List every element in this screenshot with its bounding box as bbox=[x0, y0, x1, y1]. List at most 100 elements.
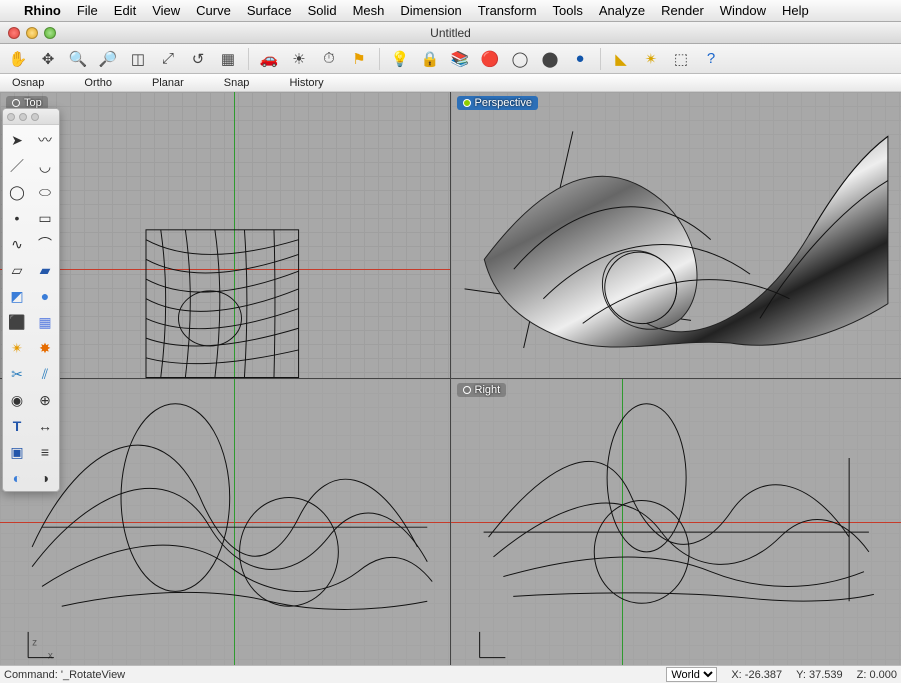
ortho-toggle[interactable]: Ortho bbox=[84, 77, 112, 89]
viewport-perspective[interactable]: Perspective bbox=[451, 92, 901, 379]
viewport-area: Top Perspective bbox=[0, 92, 901, 665]
window-title: Untitled bbox=[430, 26, 471, 40]
tool-booleans[interactable]: ◉ bbox=[3, 387, 31, 413]
grid-icon[interactable]: ▦ bbox=[216, 47, 240, 71]
menu-mesh[interactable]: Mesh bbox=[353, 3, 385, 18]
rotate-view-icon[interactable]: ✥ bbox=[36, 47, 60, 71]
separator bbox=[248, 48, 249, 70]
menu-tools[interactable]: Tools bbox=[553, 3, 583, 18]
menu-curve[interactable]: Curve bbox=[196, 3, 231, 18]
svg-text:x: x bbox=[48, 650, 53, 661]
sun-icon[interactable]: ☀ bbox=[287, 47, 311, 71]
viewport-right[interactable]: Right bbox=[451, 379, 901, 666]
snap-toggle[interactable]: Snap bbox=[224, 77, 250, 89]
tool-sphere[interactable]: ● bbox=[31, 283, 59, 309]
tool-split[interactable]: ⫽ bbox=[31, 361, 59, 387]
tool-surface-loft[interactable]: ▰ bbox=[31, 257, 59, 283]
svg-text:z: z bbox=[32, 637, 37, 648]
tool-fillet[interactable]: ⌒ bbox=[31, 231, 59, 257]
planar-toggle[interactable]: Planar bbox=[152, 77, 184, 89]
zoom-out-icon[interactable]: 🔎 bbox=[96, 47, 120, 71]
minimize-button[interactable] bbox=[26, 27, 38, 39]
arrow-icon[interactable]: ◣ bbox=[609, 47, 633, 71]
tool-plugin[interactable]: ✴ bbox=[3, 335, 31, 361]
menu-dimension[interactable]: Dimension bbox=[400, 3, 461, 18]
viewport-top[interactable]: Top bbox=[0, 92, 451, 379]
tool-align[interactable]: ≡ bbox=[31, 439, 59, 465]
viewport-front[interactable]: z x bbox=[0, 379, 451, 666]
traffic-lights bbox=[8, 27, 56, 39]
undo-view-icon[interactable]: ↺ bbox=[186, 47, 210, 71]
tool-material[interactable]: ◑ bbox=[31, 465, 59, 491]
tool-cylinder[interactable]: ⬛ bbox=[3, 309, 31, 335]
palette-titlebar[interactable] bbox=[3, 109, 59, 125]
menu-window[interactable]: Window bbox=[720, 3, 766, 18]
zoom-extents-icon[interactable]: ⤢ bbox=[156, 47, 180, 71]
coord-y: 37.539 bbox=[809, 669, 843, 681]
tool-arc[interactable]: ◡ bbox=[31, 153, 59, 179]
command-prompt[interactable]: Command: '_RotateView bbox=[4, 669, 125, 681]
layers-icon[interactable]: 📚 bbox=[448, 47, 472, 71]
model-perspective bbox=[451, 92, 901, 378]
tool-render-mesh[interactable]: ◐ bbox=[3, 465, 31, 491]
sphere-wire-icon[interactable]: ◯ bbox=[508, 47, 532, 71]
car-icon[interactable]: 🚗 bbox=[257, 47, 281, 71]
viewport-menu-icon[interactable] bbox=[463, 386, 471, 394]
zoom-in-icon[interactable]: 🔍 bbox=[66, 47, 90, 71]
tool-surface-pt[interactable]: ▱ bbox=[3, 257, 31, 283]
tool-group[interactable]: ⊕ bbox=[31, 387, 59, 413]
menu-view[interactable]: View bbox=[152, 3, 180, 18]
zoom-window-icon[interactable]: ◫ bbox=[126, 47, 150, 71]
tool-array[interactable]: ▣ bbox=[3, 439, 31, 465]
help-icon[interactable]: ? bbox=[699, 47, 723, 71]
tool-curve[interactable]: ∿ bbox=[3, 231, 31, 257]
lock-icon[interactable]: 🔒 bbox=[418, 47, 442, 71]
menu-edit[interactable]: Edit bbox=[114, 3, 136, 18]
menu-render[interactable]: Render bbox=[661, 3, 704, 18]
tool-box[interactable]: ◩ bbox=[3, 283, 31, 309]
plugin-icon[interactable]: ✴ bbox=[639, 47, 663, 71]
menu-surface[interactable]: Surface bbox=[247, 3, 292, 18]
tool-ellipse[interactable]: ⬭ bbox=[31, 179, 59, 205]
tool-explode[interactable]: ✸ bbox=[31, 335, 59, 361]
cplane-select[interactable]: World bbox=[666, 667, 717, 682]
pan-icon[interactable]: ✋ bbox=[6, 47, 30, 71]
menu-file[interactable]: File bbox=[77, 3, 98, 18]
tool-dim[interactable]: ↔ bbox=[31, 413, 59, 439]
menu-help[interactable]: Help bbox=[782, 3, 809, 18]
viewport-menu-icon[interactable] bbox=[463, 99, 471, 107]
tool-circle[interactable]: ◯ bbox=[3, 179, 31, 205]
tool-mesh[interactable]: ▦ bbox=[31, 309, 59, 335]
sphere-shaded-icon[interactable]: ⬤ bbox=[538, 47, 562, 71]
osnap-toggle[interactable]: Osnap bbox=[12, 77, 44, 89]
transform-icon[interactable]: ⬚ bbox=[669, 47, 693, 71]
tool-point[interactable]: • bbox=[3, 205, 31, 231]
close-button[interactable] bbox=[8, 27, 20, 39]
flag-icon[interactable]: ⚑ bbox=[347, 47, 371, 71]
viewport-menu-icon[interactable] bbox=[12, 99, 20, 107]
tool-lasso[interactable]: 〰 bbox=[31, 127, 59, 153]
tool-trim[interactable]: ✂ bbox=[3, 361, 31, 387]
app-name[interactable]: Rhino bbox=[24, 3, 61, 18]
coord-x: -26.387 bbox=[745, 669, 782, 681]
viewport-label-perspective[interactable]: Perspective bbox=[457, 96, 538, 110]
viewport-label-right[interactable]: Right bbox=[457, 383, 507, 397]
separator bbox=[600, 48, 601, 70]
zoom-button[interactable] bbox=[44, 27, 56, 39]
menu-solid[interactable]: Solid bbox=[308, 3, 337, 18]
tool-palette[interactable]: ➤ 〰 ／ ◡ ◯ ⬭ • ▭ ∿ ⌒ ▱ ▰ ◩ ● ⬛ ▦ ✴ ✸ ✂ ⫽ … bbox=[2, 108, 60, 492]
tool-text[interactable]: T bbox=[3, 413, 31, 439]
sphere-render-icon[interactable]: ● bbox=[568, 47, 592, 71]
tool-polyline[interactable]: ／ bbox=[3, 153, 31, 179]
mac-menubar: Rhino File Edit View Curve Surface Solid… bbox=[0, 0, 901, 22]
history-toggle[interactable]: History bbox=[289, 77, 323, 89]
command-value: '_RotateView bbox=[61, 669, 125, 681]
tool-rectangle[interactable]: ▭ bbox=[31, 205, 59, 231]
clock-icon[interactable]: ⏱ bbox=[317, 47, 341, 71]
menu-transform[interactable]: Transform bbox=[478, 3, 537, 18]
tool-pointer[interactable]: ➤ bbox=[3, 127, 31, 153]
bulb-icon[interactable]: 💡 bbox=[388, 47, 412, 71]
status-bar: Command: '_RotateView World X: -26.387 Y… bbox=[0, 665, 901, 683]
menu-analyze[interactable]: Analyze bbox=[599, 3, 645, 18]
material-icon[interactable]: 🔴 bbox=[478, 47, 502, 71]
